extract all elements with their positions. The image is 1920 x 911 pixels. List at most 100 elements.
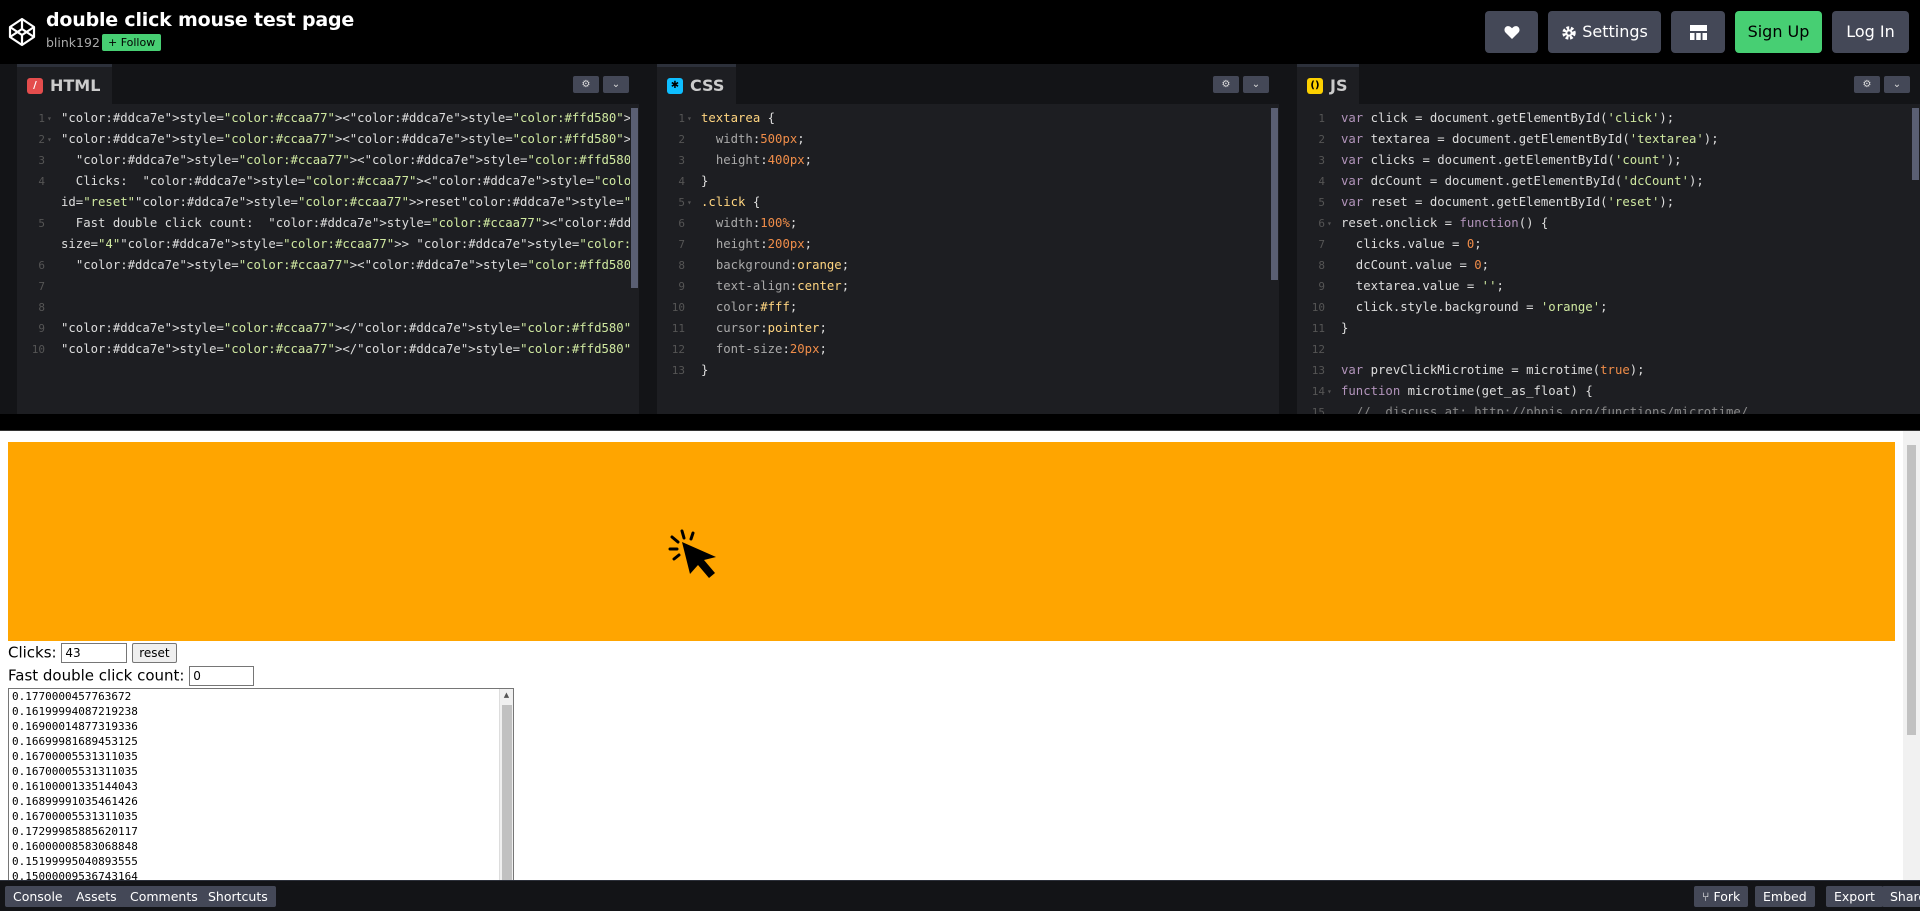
- code-line[interactable]: 1 var click = document.getElementById('cl…: [1297, 108, 1920, 129]
- pen-title[interactable]: double click mouse test page: [46, 9, 354, 31]
- fold-arrow-icon[interactable]: ▾: [1327, 381, 1332, 402]
- result-scrollbar[interactable]: [1903, 431, 1920, 880]
- code-line[interactable]: 8 dcCount.value = 0;: [1297, 255, 1920, 276]
- js-editor[interactable]: () JS ⚙ ⌄ 1 var click = document.getEleme…: [1297, 64, 1920, 414]
- double-click-count-input[interactable]: 0: [189, 666, 255, 686]
- result-resize-bar[interactable]: [0, 414, 1920, 431]
- heart-button[interactable]: [1485, 11, 1538, 53]
- embed-button[interactable]: Embed: [1755, 886, 1815, 907]
- code-line[interactable]: 14 ▾ function microtime(get_as_float) {: [1297, 381, 1920, 402]
- scrollbar-thumb[interactable]: [1271, 108, 1278, 280]
- code-line[interactable]: 4 var dcCount = document.getElementById('…: [1297, 171, 1920, 192]
- result-preview[interactable]: Clicks: 43 reset Fast double click count…: [0, 431, 1920, 880]
- code-line[interactable]: 10 click.style.background = 'orange';: [1297, 297, 1920, 318]
- code-line[interactable]: 15 // discuss at: http://phpjs.org/funct…: [1297, 402, 1920, 414]
- scrollbar-thumb[interactable]: [502, 705, 512, 880]
- code-line[interactable]: 2 var textarea = document.getElementById(…: [1297, 129, 1920, 150]
- fold-arrow-icon[interactable]: ▾: [47, 108, 52, 129]
- code-line[interactable]: 13 var prevClickMicrotime = microtime(tru…: [1297, 360, 1920, 381]
- code-area[interactable]: 1 var click = document.getElementById('cl…: [1297, 108, 1920, 414]
- tab-html[interactable]: / HTML: [17, 64, 113, 104]
- follow-button[interactable]: + Follow: [102, 34, 162, 51]
- chevron-down-icon[interactable]: ⌄: [1884, 76, 1910, 93]
- shortcuts-button[interactable]: Shortcuts: [200, 886, 276, 907]
- code-line[interactable]: 11}: [1297, 318, 1920, 339]
- scrollbar-thumb[interactable]: [1912, 108, 1919, 180]
- tab-js[interactable]: () JS: [1297, 64, 1360, 104]
- code-line[interactable]: 9 text-align:center;: [657, 276, 1279, 297]
- code-line[interactable]: 9 "color:#ddca7e">style="color:#ccaa77"><…: [17, 318, 639, 339]
- code-line[interactable]: 3 "color:#ddca7e">style="color:#ccaa77">…: [17, 150, 639, 171]
- line-number: 9: [678, 280, 685, 293]
- code-line[interactable]: 8: [17, 297, 639, 318]
- log-in-button[interactable]: Log In: [1832, 11, 1909, 53]
- html-editor[interactable]: / HTML ⚙ ⌄ 1 ▾ "color:#ddca7e">style="colo…: [17, 64, 639, 414]
- fork-button[interactable]: ⑂ Fork: [1694, 886, 1749, 907]
- assets-button[interactable]: Assets: [68, 886, 125, 907]
- code-line[interactable]: 5 Fast double click count: "color:#ddca7…: [17, 213, 639, 234]
- tab-css[interactable]: ✱ CSS: [657, 64, 737, 104]
- code-line[interactable]: 1 ▾ "color:#ddca7e">style="color:#ccaa77">…: [17, 108, 639, 129]
- code-line[interactable]: 3 height:400px;: [657, 150, 1279, 171]
- fold-arrow-icon[interactable]: ▾: [1327, 213, 1332, 234]
- code-line[interactable]: id="reset""color:#ddca7e">style="color:#…: [17, 192, 639, 213]
- code-line[interactable]: 5 ▾ .click {: [657, 192, 1279, 213]
- editor-scrollbar[interactable]: [1911, 104, 1920, 414]
- comments-button[interactable]: Comments: [122, 886, 206, 907]
- code-line[interactable]: 9 textarea.value = '';: [1297, 276, 1920, 297]
- code-line[interactable]: 10 "color:#ddca7e">style="color:#ccaa77">…: [17, 339, 639, 360]
- editor-scrollbar[interactable]: [1270, 104, 1279, 414]
- codepen-logo-icon[interactable]: [8, 17, 36, 47]
- code-area[interactable]: 1 ▾ "color:#ddca7e">style="color:#ccaa77">…: [17, 108, 639, 360]
- editor-settings-gear-icon[interactable]: ⚙: [1213, 76, 1239, 93]
- scrollbar-thumb[interactable]: [631, 108, 638, 288]
- settings-button[interactable]: Settings: [1548, 11, 1661, 53]
- code-line[interactable]: 2 width:500px;: [657, 129, 1279, 150]
- click-target-area[interactable]: [8, 442, 1895, 641]
- timing-textarea[interactable]: 0.1770000457763672 0.16199994087219238 0.1…: [8, 688, 514, 880]
- code-line[interactable]: 3 var clicks = document.getElementById('c…: [1297, 150, 1920, 171]
- chevron-down-icon[interactable]: ⌄: [603, 76, 629, 93]
- editor-scrollbar[interactable]: [630, 104, 639, 414]
- code-line[interactable]: 8 background:orange;: [657, 255, 1279, 276]
- code-line[interactable]: 6 ▾ reset.onclick = function() {: [1297, 213, 1920, 234]
- console-button[interactable]: Console: [5, 886, 71, 907]
- code-line[interactable]: 6 width:100%;: [657, 213, 1279, 234]
- code-line[interactable]: 4}: [657, 171, 1279, 192]
- code-line[interactable]: 6 "color:#ddca7e">style="color:#ccaa77">…: [17, 255, 639, 276]
- css-editor[interactable]: ✱ CSS ⚙ ⌄ 1 ▾ textarea {2 width:500px; 3 he…: [657, 64, 1279, 414]
- reset-button[interactable]: reset: [132, 643, 177, 663]
- export-button[interactable]: Export: [1826, 886, 1883, 907]
- fold-arrow-icon[interactable]: ▾: [687, 108, 692, 129]
- code-line[interactable]: 10 color:#fff;: [657, 297, 1279, 318]
- scroll-up-arrow-icon[interactable]: ▲: [500, 689, 513, 701]
- editor-settings-gear-icon[interactable]: ⚙: [573, 76, 599, 93]
- code-line[interactable]: 12: [1297, 339, 1920, 360]
- code-area[interactable]: 1 ▾ textarea {2 width:500px; 3 height:400px…: [657, 108, 1279, 381]
- share-button[interactable]: Share: [1882, 886, 1920, 907]
- editor-resize-handle[interactable]: [639, 64, 657, 414]
- code-line[interactable]: 5 var reset = document.getElementById('re…: [1297, 192, 1920, 213]
- code-line[interactable]: 13}: [657, 360, 1279, 381]
- change-view-button[interactable]: [1671, 11, 1725, 53]
- chevron-down-icon[interactable]: ⌄: [1243, 76, 1269, 93]
- code-line[interactable]: 7: [17, 276, 639, 297]
- code-line[interactable]: 7 clicks.value = 0;: [1297, 234, 1920, 255]
- clicks-count-input[interactable]: 43: [61, 643, 128, 663]
- pen-author[interactable]: blink192: [46, 35, 100, 50]
- code-line[interactable]: 4 Clicks: "color:#ddca7e">style="color:#…: [17, 171, 639, 192]
- code-text: textarea {: [701, 111, 776, 125]
- code-line[interactable]: 12 font-size:20px;: [657, 339, 1279, 360]
- fold-arrow-icon[interactable]: ▾: [47, 129, 52, 150]
- code-line[interactable]: size="4""color:#ddca7e">style="color:#cc…: [17, 234, 639, 255]
- scrollbar-thumb[interactable]: [1907, 445, 1916, 735]
- fold-arrow-icon[interactable]: ▾: [687, 192, 692, 213]
- code-line[interactable]: 11 cursor:pointer;: [657, 318, 1279, 339]
- code-line[interactable]: 1 ▾ textarea {: [657, 108, 1279, 129]
- editor-resize-handle[interactable]: [1279, 64, 1297, 414]
- code-line[interactable]: 2 ▾ "color:#ddca7e">style="color:#ccaa77">…: [17, 129, 639, 150]
- sign-up-button[interactable]: Sign Up: [1735, 11, 1822, 53]
- textarea-scrollbar[interactable]: ▲: [499, 689, 513, 880]
- editor-settings-gear-icon[interactable]: ⚙: [1854, 76, 1880, 93]
- code-line[interactable]: 7 height:200px;: [657, 234, 1279, 255]
